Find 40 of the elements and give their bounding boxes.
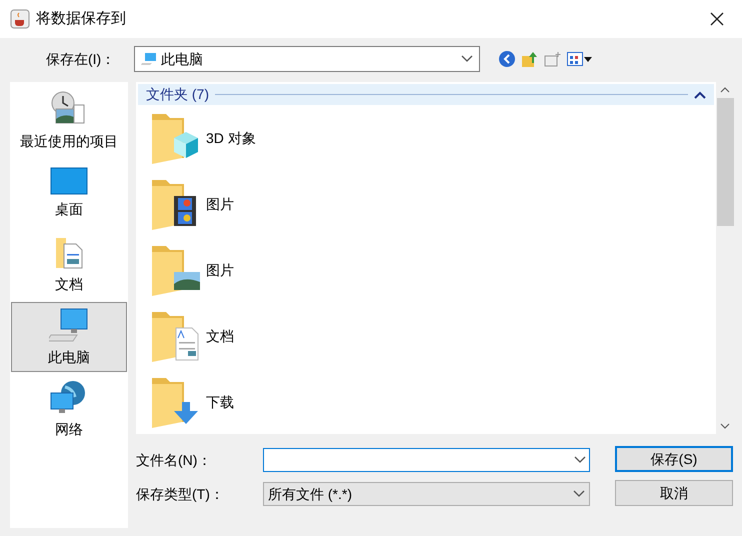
new-folder-button[interactable]	[544, 50, 562, 68]
cancel-button[interactable]: 取消	[615, 480, 733, 506]
dropdown-icon	[574, 456, 586, 464]
file-type-dropdown[interactable]: 所有文件 (*.*)	[263, 482, 590, 506]
computer-icon	[49, 306, 89, 342]
folder-item[interactable]: 3D 对象	[136, 105, 716, 171]
document-folder-icon	[54, 236, 84, 270]
save-button[interactable]: 保存(S)	[615, 446, 733, 472]
save-in-label: 保存在(I)：	[46, 50, 116, 69]
folder-up-arrow-icon	[521, 50, 539, 68]
group-header[interactable]: 文件夹 (7)	[138, 84, 714, 105]
places-item[interactable]: 最近使用的项目	[11, 86, 127, 156]
grid-view-icon	[567, 52, 593, 66]
file-name-field[interactable]	[263, 448, 590, 472]
places-item[interactable]: 桌面	[11, 158, 127, 228]
scroll-thumb[interactable]	[716, 98, 734, 226]
places-item[interactable]: 文档	[11, 230, 127, 300]
up-folder-button[interactable]	[521, 50, 539, 68]
dropdown-icon	[461, 55, 473, 63]
location-value: 此电脑	[161, 50, 204, 68]
folder-item[interactable]: 下载	[136, 369, 716, 435]
desktop-icon	[50, 166, 88, 194]
places-item[interactable]: 此电脑	[11, 302, 127, 372]
close-icon	[710, 12, 724, 26]
folder-item[interactable]: 图片	[136, 237, 716, 303]
view-menu-button[interactable]	[567, 52, 593, 66]
back-button[interactable]	[498, 50, 516, 68]
file-type-label: 保存类型(T)：	[136, 484, 225, 504]
file-name-label: 文件名(N)：	[136, 450, 212, 470]
new-folder-icon	[544, 50, 562, 68]
computer-icon	[141, 52, 157, 66]
group-title: 文件夹 (7)	[146, 85, 209, 104]
file-type-value: 所有文件 (*.*)	[268, 484, 353, 504]
window-title: 将数据保存到	[36, 8, 126, 29]
folder-item[interactable]: 文档	[136, 303, 716, 369]
location-dropdown[interactable]: 此电脑	[134, 46, 480, 72]
places-item[interactable]: 网络	[11, 374, 127, 444]
dropdown-icon	[573, 490, 585, 498]
coffee-cup-icon	[10, 9, 30, 29]
folder-item[interactable]: 图片	[136, 171, 716, 237]
